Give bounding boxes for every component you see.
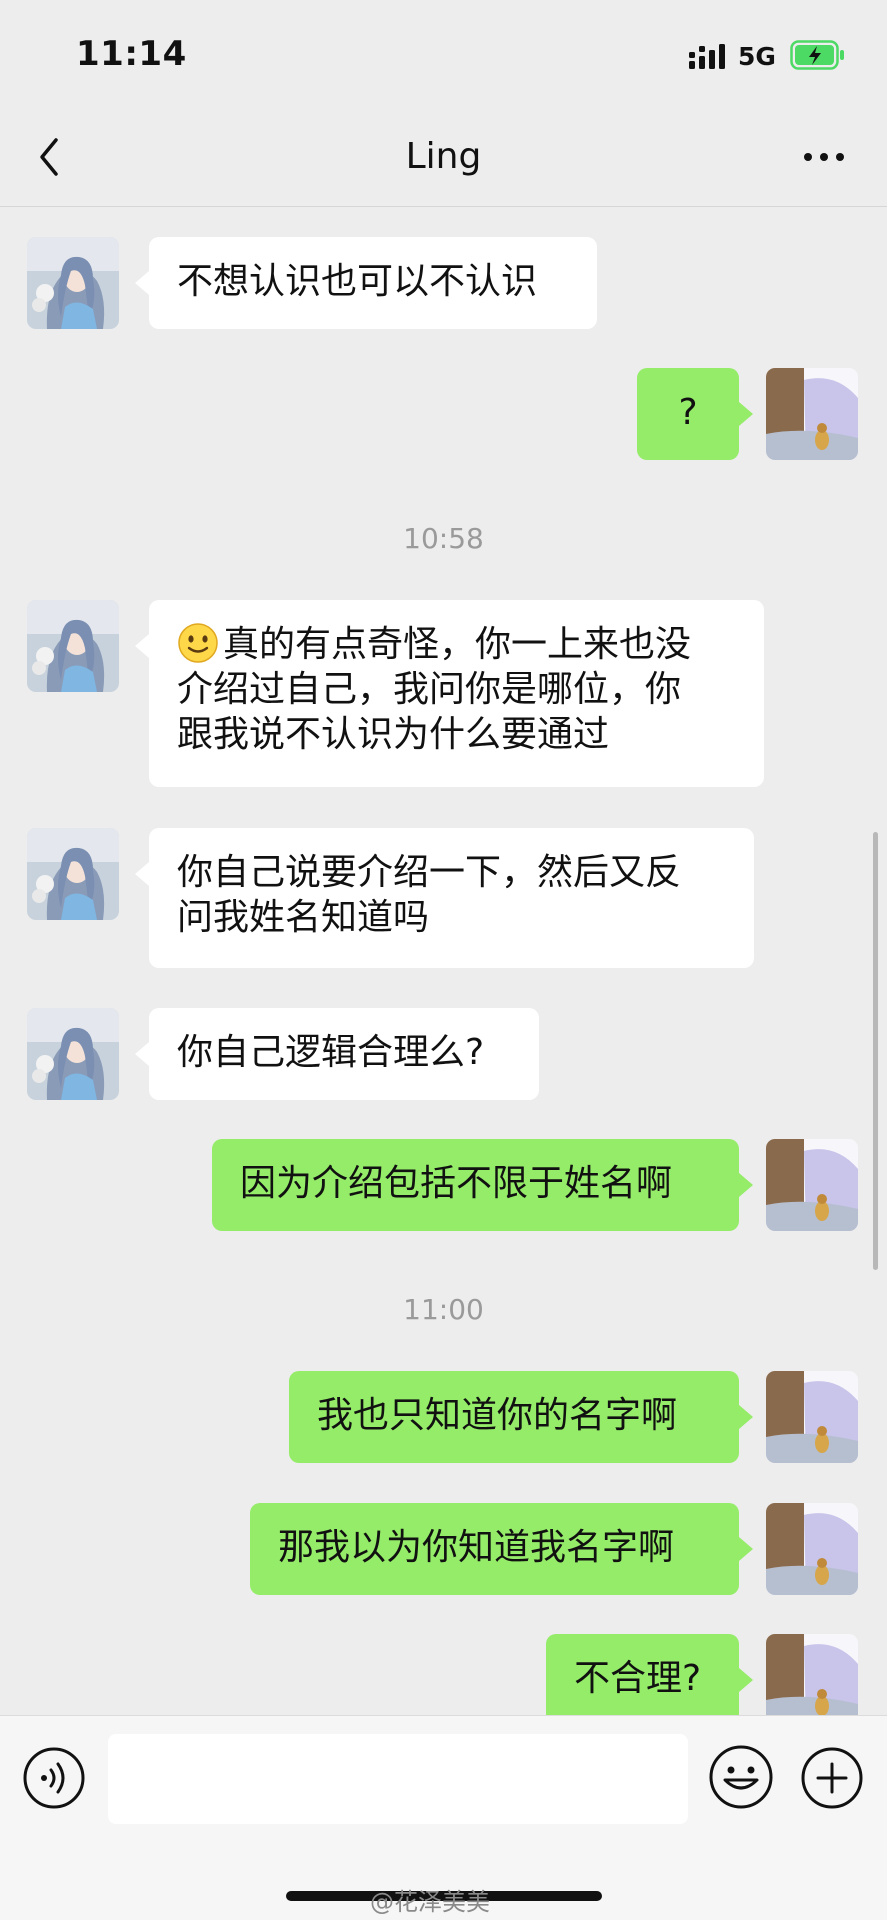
- my-avatar[interactable]: [766, 1503, 858, 1595]
- message-text: 那我以为你知道我名字啊: [278, 1527, 675, 1568]
- smile-emoji-icon: [178, 623, 218, 663]
- incoming-message[interactable]: 你自己逻辑合理么?: [135, 1008, 539, 1100]
- incoming-message[interactable]: 真的有点奇怪，你一上来也没 介绍过自己，我问你是哪位，你 跟我说不认识为什么要通…: [135, 600, 764, 787]
- plus-icon[interactable]: [800, 1746, 864, 1810]
- emoji-icon[interactable]: [708, 1744, 774, 1810]
- more-icon[interactable]: [801, 140, 847, 174]
- outgoing-message[interactable]: 我也只知道你的名字啊: [289, 1371, 753, 1463]
- outgoing-message[interactable]: ?: [637, 368, 753, 460]
- outgoing-message[interactable]: 那我以为你知道我名字啊: [250, 1503, 753, 1595]
- my-avatar[interactable]: [766, 368, 858, 460]
- watermark: @花泽美美: [370, 1888, 490, 1916]
- status-time: 11:14: [76, 34, 187, 74]
- contact-avatar[interactable]: [27, 600, 119, 692]
- chat-header: Ling: [0, 110, 887, 207]
- message-text: 不想认识也可以不认识: [177, 261, 538, 302]
- message-text: 不合理?: [574, 1658, 702, 1699]
- contact-avatar[interactable]: [27, 828, 119, 920]
- message-line: 介绍过自己，我问你是哪位，你: [177, 669, 682, 710]
- message-text: ?: [678, 392, 698, 433]
- outgoing-message[interactable]: 因为介绍包括不限于姓名啊: [212, 1139, 753, 1231]
- status-bar: 11:14 5G: [0, 0, 887, 110]
- incoming-message[interactable]: 你自己说要介绍一下，然后又反 问我姓名知道吗: [135, 828, 754, 968]
- message-line: 真的有点奇怪，你一上来也没: [177, 622, 736, 667]
- voice-icon[interactable]: [22, 1746, 86, 1810]
- contact-name[interactable]: Ling: [0, 136, 887, 177]
- message-line: 问我姓名知道吗: [177, 897, 430, 938]
- message-list[interactable]: 不想认识也可以不认识 ? 10:58 真的有点奇怪，你一上来也没 介绍过自己，我…: [0, 207, 887, 1715]
- message-line: 跟我说不认识为什么要通过: [177, 714, 610, 755]
- timestamp: 10:58: [403, 522, 484, 555]
- message-text: 你自己逻辑合理么?: [177, 1032, 485, 1073]
- contact-avatar[interactable]: [27, 1008, 119, 1100]
- scrollbar[interactable]: [873, 832, 878, 1270]
- my-avatar[interactable]: [766, 1634, 858, 1715]
- timestamp: 11:00: [403, 1293, 484, 1326]
- contact-avatar[interactable]: [27, 237, 119, 329]
- message-input[interactable]: [108, 1734, 688, 1824]
- battery-charging-icon: [790, 40, 844, 70]
- network-label: 5G: [738, 42, 776, 71]
- signal-icon: [689, 44, 725, 69]
- incoming-message[interactable]: 不想认识也可以不认识: [135, 237, 597, 329]
- outgoing-message[interactable]: 不合理?: [546, 1634, 753, 1715]
- chat-screen: 11:14 5G Ling 不想认识也可以不认识 ? 10:58 真的有点奇怪，…: [0, 0, 887, 1920]
- message-text: 因为介绍包括不限于姓名啊: [240, 1163, 673, 1204]
- message-line: 你自己说要介绍一下，然后又反: [177, 852, 682, 893]
- my-avatar[interactable]: [766, 1139, 858, 1231]
- message-text: 我也只知道你的名字啊: [317, 1395, 678, 1436]
- my-avatar[interactable]: [766, 1371, 858, 1463]
